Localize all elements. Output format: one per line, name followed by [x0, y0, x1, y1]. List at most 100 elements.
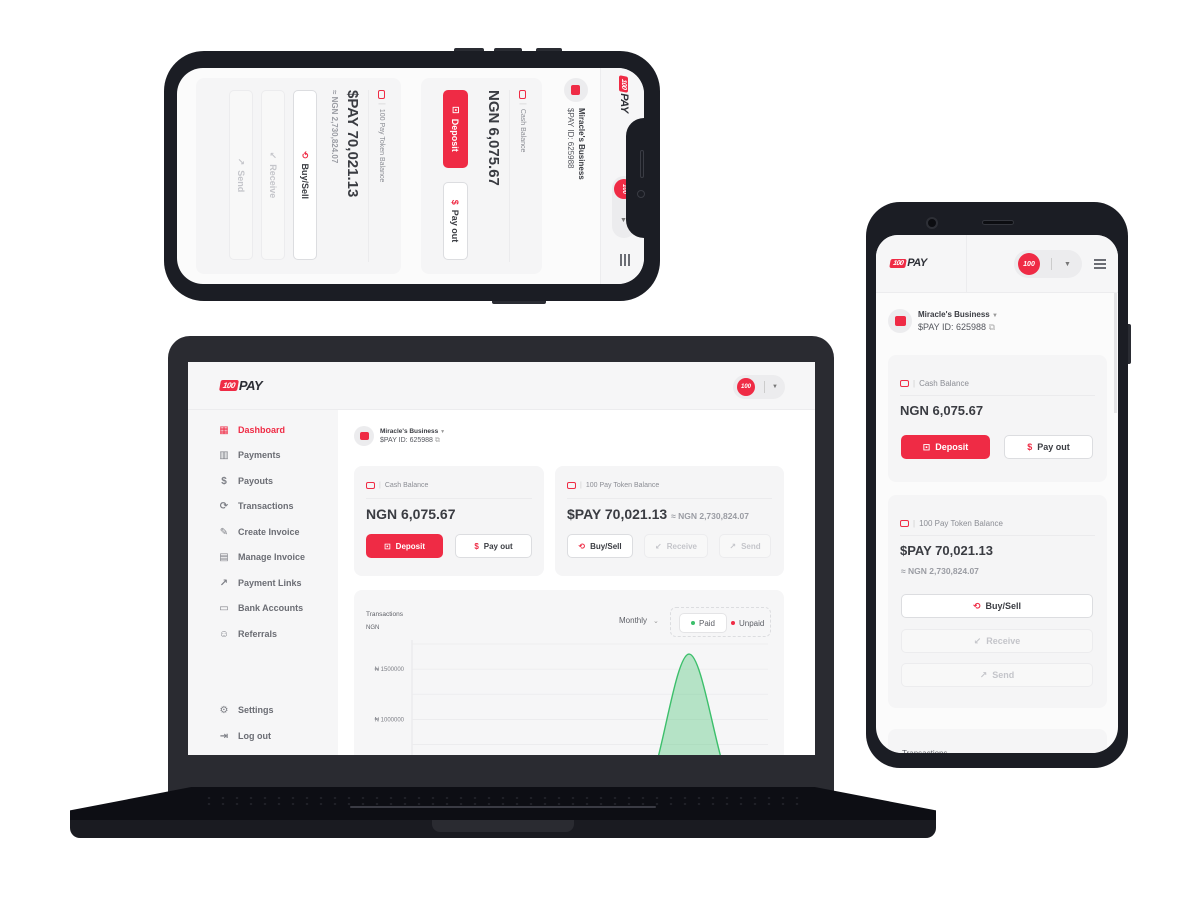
buysell-button[interactable]: ⟲ Buy/Sell — [293, 90, 317, 260]
coin-out-icon: $ — [450, 199, 461, 205]
coin-out-icon: $ — [221, 475, 227, 487]
logo-badge: 100 — [889, 258, 907, 268]
divider — [966, 235, 967, 293]
scrollbar[interactable] — [1114, 293, 1117, 413]
unpaid-dot — [731, 621, 735, 625]
sidebar-item-payments[interactable]: ▥ Payments — [218, 449, 281, 461]
token-balance-label: | 100 Pay Token Balance — [900, 519, 1003, 528]
pen-icon: ✎ — [219, 526, 229, 538]
cash-balance-amount: NGN 6,075.67 — [366, 506, 456, 522]
sidebar-item-referrals[interactable]: ☺ Referrals — [218, 628, 277, 640]
cash-balance-card: | Cash Balance NGN 6,075.67 ⊡ Deposit $ Pay… — [421, 78, 542, 274]
sidebar-item-bank-accounts[interactable]: ▭ Bank Accounts — [218, 602, 303, 614]
laptop-keyboard — [202, 795, 802, 805]
phone-speaker — [640, 150, 644, 178]
exchange-icon: ⟲ — [972, 600, 981, 611]
app-header: 100 PAY 100 ▼ — [876, 235, 1118, 293]
account-switcher[interactable]: 100 ▼ — [733, 375, 785, 399]
receive-button[interactable]: ↙ Receive — [261, 90, 285, 260]
logo-word: PAY — [907, 257, 927, 269]
token-balance-label: | 100 Pay Token Balance — [567, 482, 659, 489]
app-logo[interactable]: 100 PAY — [618, 75, 630, 113]
invoice-icon: ▤ — [219, 551, 229, 563]
deposit-button[interactable]: ⊡ Deposit — [901, 435, 990, 459]
sidebar-item-payment-links[interactable]: ↗ Payment Links — [218, 577, 302, 589]
payout-button[interactable]: $ Pay out — [443, 182, 468, 260]
copy-icon[interactable]: ⧉ — [435, 437, 440, 444]
sidebar-item-create-invoice[interactable]: ✎ Create Invoice — [218, 526, 300, 538]
app-logo[interactable]: 100 PAY — [219, 378, 263, 393]
app-logo[interactable]: 100 PAY — [889, 257, 927, 269]
sidebar-item-payouts[interactable]: $ Payouts — [218, 475, 273, 487]
hamburger-menu-icon[interactable] — [1094, 259, 1106, 271]
sidebar: ▦ Dashboard ▥ Payments $ Payouts ⟳ Transacti… — [188, 410, 338, 755]
token-balance-card: | 100 Pay Token Balance $PAY 70,021.13 ≈ … — [555, 466, 784, 576]
business-selector[interactable]: Miracle's Business ▼ $PAY ID: 625988 ⧉ — [888, 309, 998, 333]
account-avatar: 100 — [737, 378, 755, 396]
transactions-icon: ⟳ — [219, 500, 229, 512]
receive-icon: ↙ — [268, 151, 279, 160]
wallet-icon — [900, 380, 909, 387]
payout-button[interactable]: $ Pay out — [1004, 435, 1093, 459]
divider — [900, 535, 1095, 536]
sidebar-item-settings[interactable]: ⚙ Settings — [218, 704, 274, 716]
pay-id: $PAY ID: 625988 ⧉ — [380, 436, 440, 444]
logo-badge: 100 — [619, 75, 629, 93]
deposit-button[interactable]: ⊡ Deposit — [443, 90, 468, 168]
receive-button[interactable]: ↙ Receive — [901, 629, 1093, 653]
portrait-phone-screen: 100 PAY 100 ▼ Miracle's Business ▼ $PAY … — [876, 235, 1118, 753]
period-dropdown[interactable]: Monthly ⌄ — [619, 616, 659, 625]
caret-down-icon: ▼ — [991, 312, 998, 319]
account-switcher[interactable]: 100 ▼ — [1014, 250, 1082, 278]
business-selector[interactable]: Miracle's Business $PAY ID: 625988 — [564, 78, 588, 180]
sidebar-item-label: Referrals — [238, 629, 278, 639]
y-tick-label: ₦ 1000000 — [375, 717, 405, 723]
divider — [368, 90, 369, 262]
send-button[interactable]: ↗ Send — [901, 663, 1093, 687]
sidebar-item-dashboard[interactable]: ▦ Dashboard — [218, 424, 285, 436]
coin-out-icon: $ — [1027, 442, 1033, 452]
sidebar-item-transactions[interactable]: ⟳ Transactions — [218, 500, 294, 512]
sidebar-item-label: Payments — [238, 450, 281, 460]
payout-button[interactable]: $ Pay out — [455, 534, 532, 558]
send-button[interactable]: ↗ Send — [229, 90, 253, 260]
logo-badge: 100 — [219, 380, 239, 391]
legend-unpaid[interactable]: Unpaid — [731, 613, 764, 633]
cash-balance-amount: NGN 6,075.67 — [900, 403, 984, 418]
phone-notch — [626, 118, 660, 238]
phone-camera — [637, 190, 645, 198]
sidebar-item-label: Bank Accounts — [238, 603, 304, 613]
coin-out-icon: $ — [474, 541, 479, 551]
copy-icon[interactable]: ⧉ — [989, 322, 995, 332]
divider — [764, 381, 765, 393]
wallet-icon — [519, 90, 526, 99]
phone-mute-button — [536, 48, 562, 51]
bag-icon: ⊡ — [383, 541, 391, 551]
legend-paid[interactable]: Paid — [679, 613, 727, 633]
y-tick-label: ₦ 1500000 — [375, 667, 405, 673]
business-selector[interactable]: Miracle's Business ▼ $PAY ID: 625988 ⧉ — [354, 426, 445, 446]
buysell-button[interactable]: ⟲ Buy/Sell — [567, 534, 633, 558]
business-avatar — [564, 78, 588, 102]
token-approx-value: ≈ NGN 2,730,824.07 — [901, 566, 979, 576]
sidebar-item-label: Payment Links — [238, 578, 302, 588]
divider — [1051, 258, 1052, 270]
send-button[interactable]: ↗ Send — [719, 534, 771, 558]
laptop-hinge — [350, 806, 656, 808]
phone-camera — [926, 217, 938, 229]
buysell-button[interactable]: ⟲ Buy/Sell — [901, 594, 1093, 618]
sidebar-item-logout[interactable]: ⇥ Log out — [218, 730, 271, 742]
transactions-chart-card: Transactions NGN Monthly ⌄ Paid Unpaid ₦ … — [354, 590, 784, 755]
phone-power-button — [492, 301, 546, 304]
sidebar-item-manage-invoice[interactable]: ▤ Manage Invoice — [218, 551, 305, 563]
chart-unit: NGN — [366, 625, 380, 631]
hamburger-menu-icon[interactable] — [618, 254, 630, 266]
receive-button[interactable]: ↙ Receive — [644, 534, 708, 558]
laptop-opening-notch — [432, 820, 574, 832]
landscape-phone-screen: 100 PAY 100 ▼ Miracle's Business $PAY ID… — [177, 68, 644, 284]
business-name: Miracle's Business — [577, 108, 586, 180]
sidebar-item-label: Transactions — [238, 501, 294, 511]
business-avatar — [888, 309, 912, 333]
deposit-button[interactable]: ⊡ Deposit — [366, 534, 443, 558]
pay-id: $PAY ID: 625988 ⧉ — [918, 321, 996, 332]
